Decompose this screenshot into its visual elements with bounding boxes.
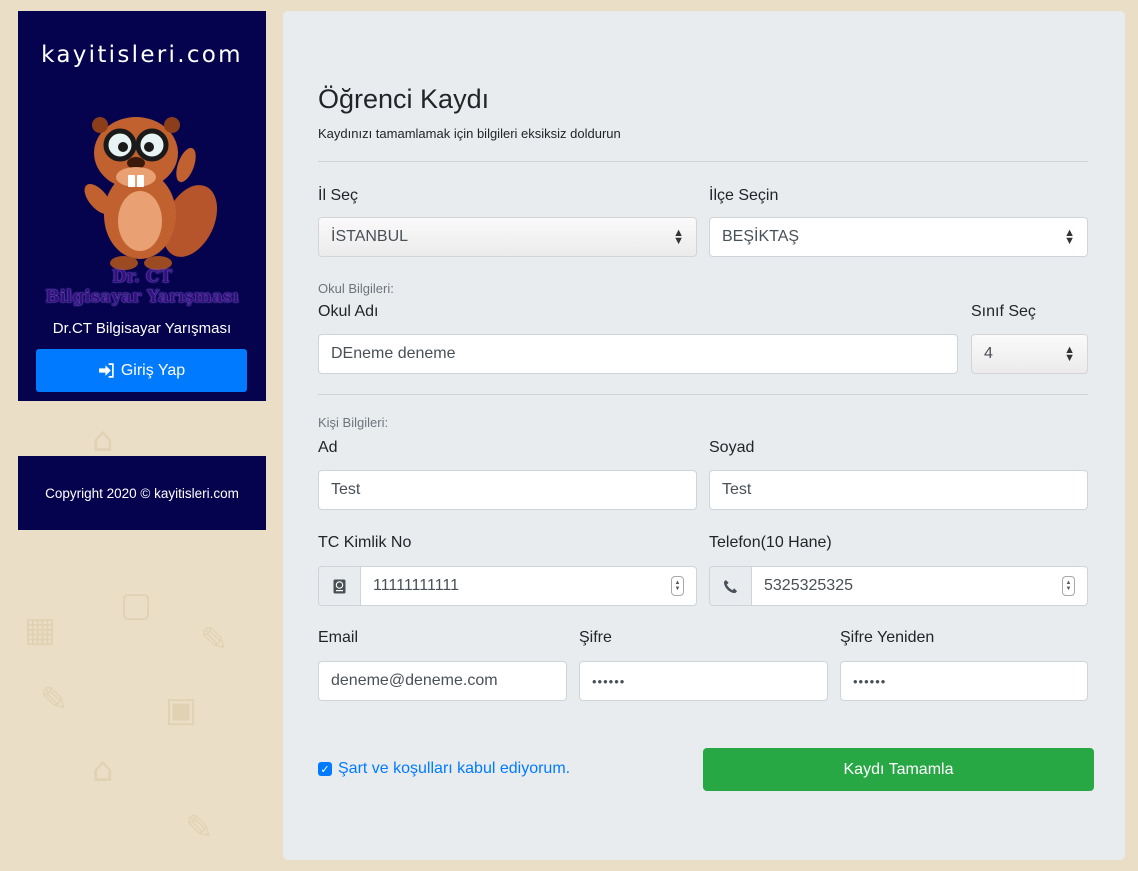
password-confirm-input[interactable]: •••••• — [840, 661, 1088, 701]
soyad-input[interactable]: Test — [709, 470, 1088, 510]
sidebar-subtitle: Dr.CT Bilgisayar Yarışması — [52, 320, 232, 337]
page-subtitle: Kaydınızı tamamlamak için bilgileri eksi… — [318, 126, 621, 141]
background-doodle: ✎ — [200, 620, 229, 660]
number-spinner[interactable]: ▲ ▼ — [671, 576, 684, 596]
terms-checkbox[interactable]: ✓ — [318, 762, 332, 776]
divider — [318, 161, 1088, 162]
sign-in-icon — [98, 363, 114, 378]
phone-label: Telefon(10 Hane) — [709, 534, 832, 551]
il-select[interactable]: İSTANBUL ▲ ▼ — [318, 217, 697, 257]
soyad-label: Soyad — [709, 439, 755, 456]
competition-logo: Dr. CT Bilgisayar Yarışması — [45, 267, 239, 307]
tc-input-group: 11111111111 ▲ ▼ — [318, 566, 697, 606]
updown-icon: ▲ ▼ — [1064, 344, 1075, 364]
background-doodle: ✎ — [185, 808, 214, 848]
password-label: Şifre — [579, 629, 612, 646]
phone-input-group: 5325325325 ▲ ▼ — [709, 566, 1088, 606]
email-input[interactable]: deneme@deneme.com — [318, 661, 567, 701]
terms-label[interactable]: Şart ve koşulları kabul ediyorum. — [338, 760, 570, 778]
grade-select[interactable]: 4 ▲ ▼ — [971, 334, 1088, 374]
grade-label: Sınıf Seç — [971, 303, 1036, 320]
ad-label: Ad — [318, 439, 338, 456]
person-section-label: Kişi Bilgileri: — [318, 415, 389, 430]
ad-input[interactable]: Test — [318, 470, 697, 510]
login-button-label: Giriş Yap — [120, 361, 186, 379]
registration-panel: Öğrenci Kaydı Kaydınızı tamamlamak için … — [283, 11, 1125, 860]
updown-icon: ▲ ▼ — [1064, 227, 1075, 247]
phone-input[interactable]: 5325325325 ▲ ▼ — [751, 566, 1088, 606]
divider — [318, 394, 1088, 395]
email-label: Email — [318, 629, 359, 646]
background-doodle: ▦ — [24, 610, 57, 650]
school-section-label: Okul Bilgileri: — [318, 281, 394, 296]
copyright-footer: Copyright 2020 © kayitisleri.com — [18, 456, 266, 530]
updown-icon: ▲ ▼ — [673, 227, 684, 247]
login-button[interactable]: Giriş Yap — [36, 349, 247, 392]
check-icon: ✓ — [320, 763, 330, 776]
tc-addon — [318, 566, 360, 606]
terms-checkbox-row[interactable]: ✓ Şart ve koşulları kabul ediyorum. — [318, 760, 570, 778]
tc-input[interactable]: 11111111111 ▲ ▼ — [360, 566, 697, 606]
ilce-select[interactable]: BEŞİKTAŞ ▲ ▼ — [709, 217, 1088, 257]
background-doodle: ✎ — [40, 680, 69, 720]
password-input[interactable]: •••••• — [579, 661, 828, 701]
tc-label: TC Kimlik No — [318, 534, 412, 551]
school-label: Okul Adı — [318, 303, 379, 320]
number-spinner[interactable]: ▲ ▼ — [1062, 576, 1075, 596]
background-doodle: ⌂ — [92, 420, 114, 460]
background-doodle: ▣ — [165, 690, 198, 730]
phone-addon — [709, 566, 751, 606]
brand-title: kayitisleri.com — [41, 42, 243, 68]
sidebar: kayitisleri.com Dr. CT Bilgisayar Yarışm… — [18, 11, 266, 401]
passport-icon — [333, 579, 346, 593]
il-label: İl Seç — [318, 187, 359, 204]
ilce-label: İlçe Seçin — [709, 187, 779, 204]
background-doodle: ⌂ — [92, 750, 114, 790]
submit-button[interactable]: Kaydı Tamamla — [703, 748, 1094, 791]
background-doodle: ▢ — [120, 585, 153, 625]
password-confirm-label: Şifre Yeniden — [840, 629, 935, 646]
beaver-mascot-image — [84, 117, 218, 270]
page-title: Öğrenci Kaydı — [318, 84, 490, 114]
phone-icon — [723, 579, 738, 593]
school-name-input[interactable]: DEneme deneme — [318, 334, 958, 374]
